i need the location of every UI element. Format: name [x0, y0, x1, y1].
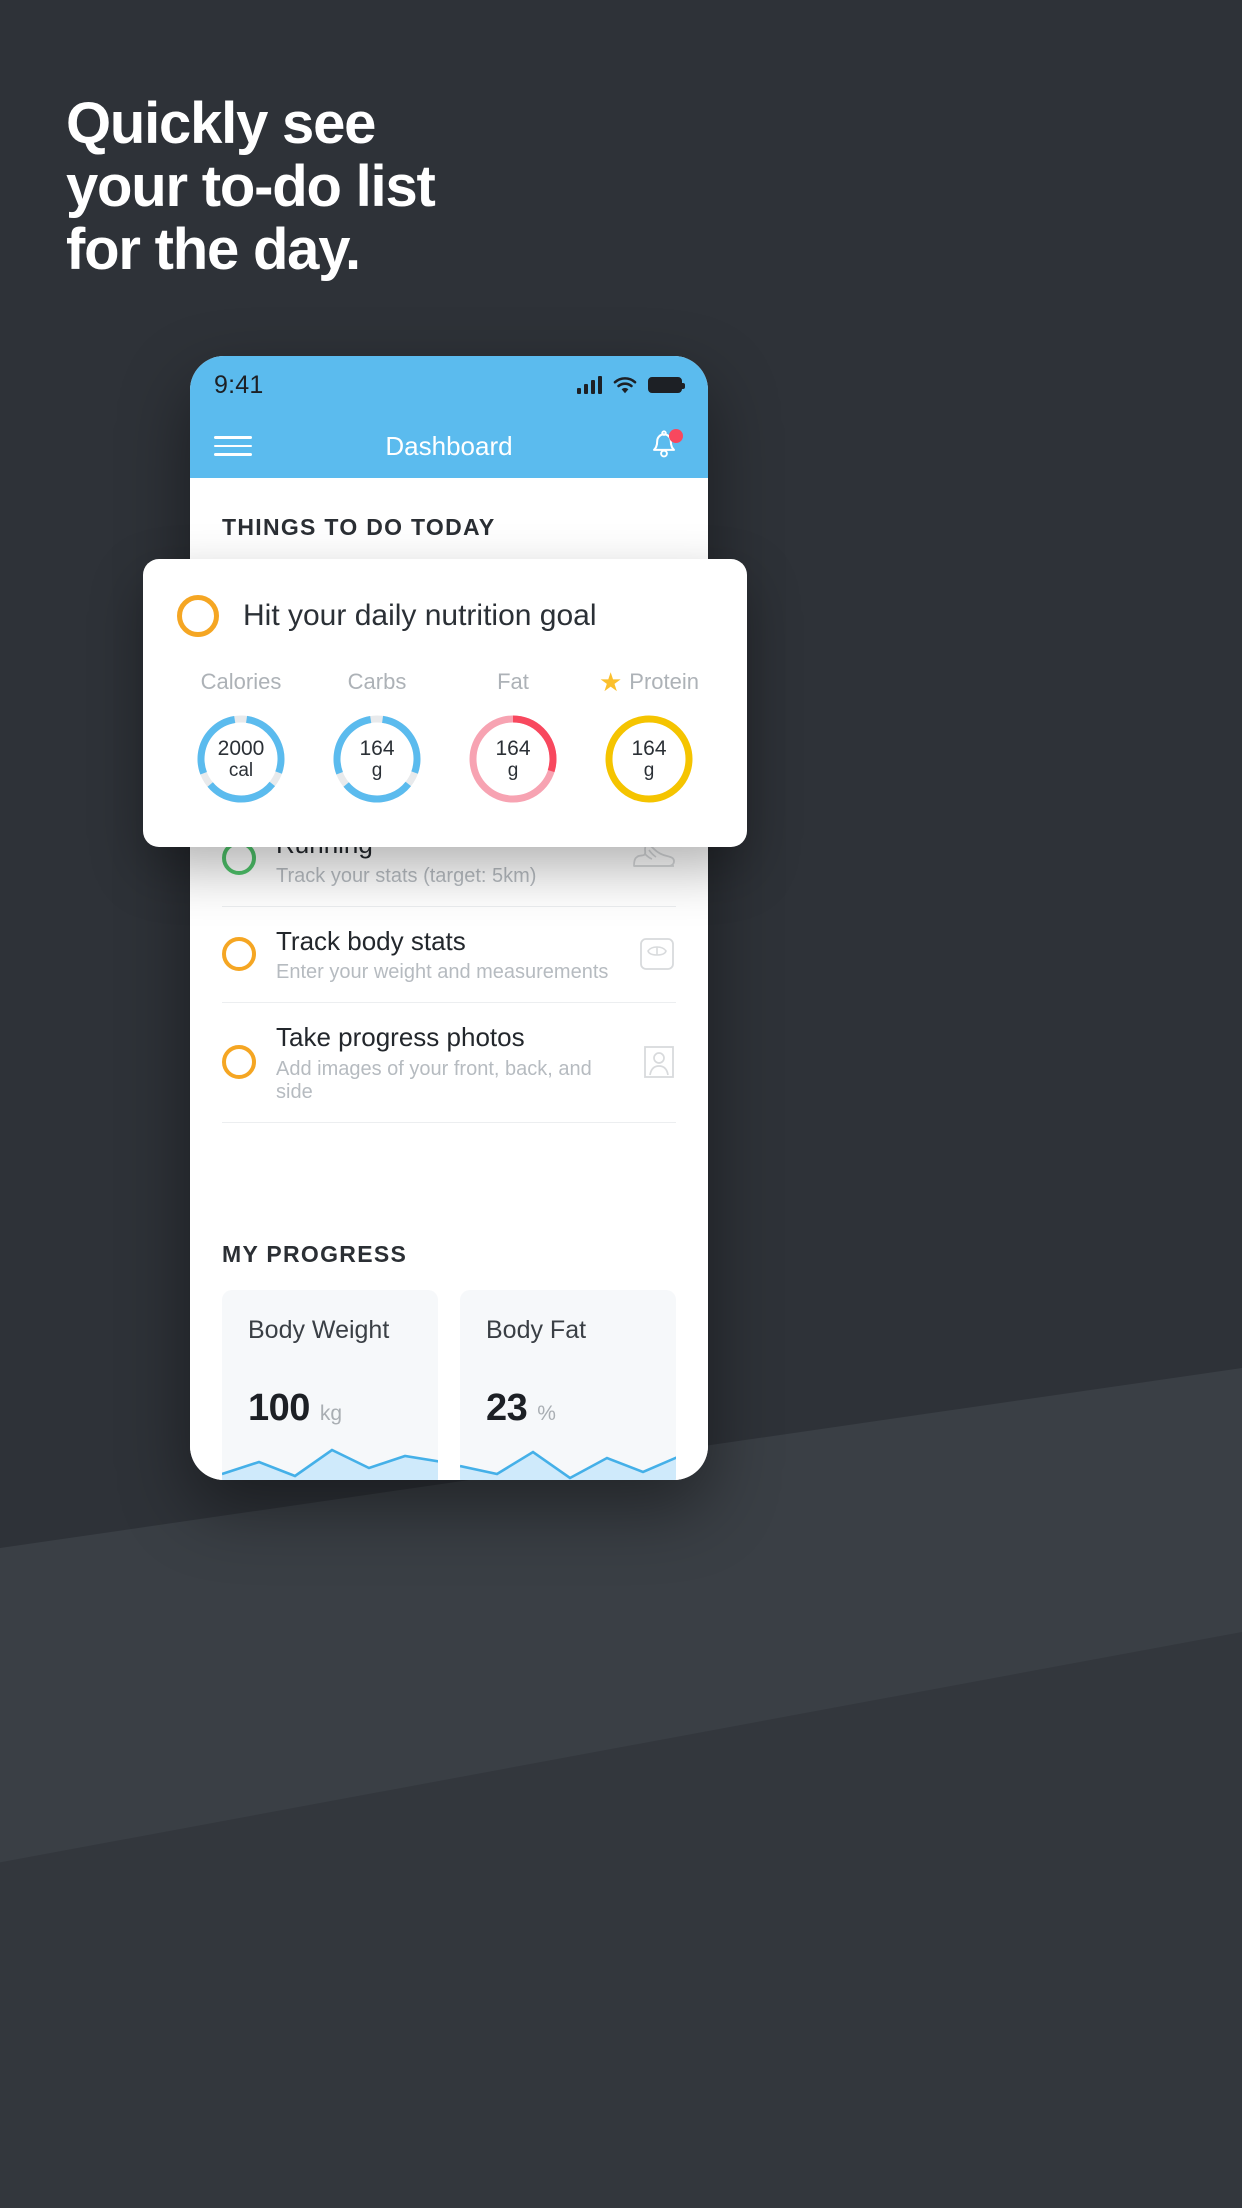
macro-value: 164 [359, 736, 395, 760]
promo-screenshot: Quickly see your to-do list for the day.… [0, 0, 1242, 2208]
things-to-do-heading: THINGS TO DO TODAY [222, 514, 496, 540]
macro-calories[interactable]: Calories 2000 cal [177, 667, 305, 807]
macro-value: 164 [495, 736, 531, 760]
macro-ring-carbs: 164 g [329, 711, 425, 807]
macro-ring-calories: 2000 cal [193, 711, 289, 807]
my-progress-heading: MY PROGRESS [222, 1240, 408, 1267]
macro-label-text: Carbs [347, 669, 407, 694]
task-list: Running Track your stats (target: 5km) T… [190, 809, 708, 1123]
macro-protein[interactable]: ★ Protein 164 g [585, 667, 713, 807]
task-subtitle: Track your stats (target: 5km) [276, 864, 537, 887]
nutrition-card-title: Hit your daily nutrition goal [243, 599, 597, 632]
macro-label-text: Calories [200, 669, 282, 694]
card-number: 23 [486, 1386, 528, 1429]
nutrition-card-header: Hit your daily nutrition goal [177, 595, 713, 637]
card-label: Body Weight [248, 1315, 390, 1344]
status-bar: 9:41 [190, 356, 708, 414]
card-unit: % [537, 1401, 556, 1425]
nutrition-goal-card[interactable]: Hit your daily nutrition goal Calories 2… [143, 559, 747, 847]
macro-value: 164 [631, 736, 667, 760]
signal-bars-icon [577, 376, 602, 394]
progress-cards: Body Weight 100 kg Body Fat 23 % [190, 1268, 708, 1480]
page-title: Dashboard [385, 430, 513, 461]
macro-unit: cal [228, 760, 254, 782]
battery-icon [648, 377, 685, 393]
phone-mockup: 9:41 Dashboard THINGS TO DO TODAY Track … [190, 356, 708, 1480]
progress-card-body-fat[interactable]: Body Fat 23 % [460, 1289, 676, 1480]
task-row-progress-photos[interactable]: Take progress photos Add images of your … [222, 1003, 676, 1123]
macro-unit: g [371, 760, 383, 782]
wifi-icon [613, 377, 637, 394]
task-text: Track body stats Enter your weight and m… [276, 925, 618, 985]
task-text: Take progress photos Add images of your … [276, 1021, 622, 1104]
macro-label: Fat [497, 667, 529, 697]
macro-label: Carbs [348, 667, 407, 697]
notification-badge-dot [669, 429, 683, 443]
macro-carbs[interactable]: Carbs 164 g [313, 667, 441, 807]
macro-label: Calories [201, 667, 282, 697]
status-time: 9:41 [214, 370, 264, 399]
task-row-body-stats[interactable]: Track body stats Enter your weight and m… [222, 907, 676, 1003]
macro-ring-fat: 164 g [465, 711, 561, 807]
card-value: 23 % [460, 1345, 676, 1430]
macro-ring-center: 164 g [329, 711, 425, 807]
star-icon: ★ [598, 667, 623, 697]
circle-checkbox-icon[interactable] [177, 595, 219, 637]
macro-fat[interactable]: Fat 164 g [449, 667, 577, 807]
macro-ring-center: 2000 cal [193, 711, 289, 807]
photo-person-icon [644, 1046, 674, 1079]
macro-value: 2000 [217, 736, 265, 760]
promo-headline: Quickly see your to-do list for the day. [66, 91, 436, 283]
macro-label-text: Fat [497, 669, 529, 694]
circle-checkbox-icon[interactable] [222, 937, 256, 972]
hamburger-menu-icon[interactable] [214, 430, 252, 462]
notifications-button[interactable] [644, 426, 684, 466]
macro-ring-center: 164 g [465, 711, 561, 807]
task-title: Take progress photos [276, 1022, 525, 1052]
macro-label-text: Protein [629, 669, 700, 694]
macro-unit: g [507, 760, 519, 782]
card-value: 100 kg [222, 1345, 438, 1430]
card-label: Body Fat [486, 1315, 587, 1344]
macro-ring-center: 164 g [601, 711, 697, 807]
status-icons [577, 376, 685, 394]
progress-card-body-weight[interactable]: Body Weight 100 kg [222, 1289, 438, 1480]
card-unit: kg [319, 1401, 343, 1425]
macro-ring-group: Calories 2000 cal Carbs 164 g Fat 164 g … [177, 667, 713, 807]
body-weight-sparkline [222, 1447, 438, 1480]
macro-unit: g [643, 760, 655, 782]
task-subtitle: Add images of your front, back, and side [276, 1057, 592, 1103]
body-fat-sparkline [460, 1449, 676, 1480]
card-number: 100 [248, 1386, 310, 1429]
weight-scale-icon [640, 938, 674, 971]
circle-checkbox-icon[interactable] [222, 1045, 256, 1080]
macro-label: ★ Protein [599, 667, 699, 697]
nav-bar: Dashboard [190, 414, 708, 478]
macro-ring-protein: 164 g [601, 711, 697, 807]
task-subtitle: Enter your weight and measurements [276, 961, 609, 983]
task-title: Track body stats [276, 925, 466, 956]
